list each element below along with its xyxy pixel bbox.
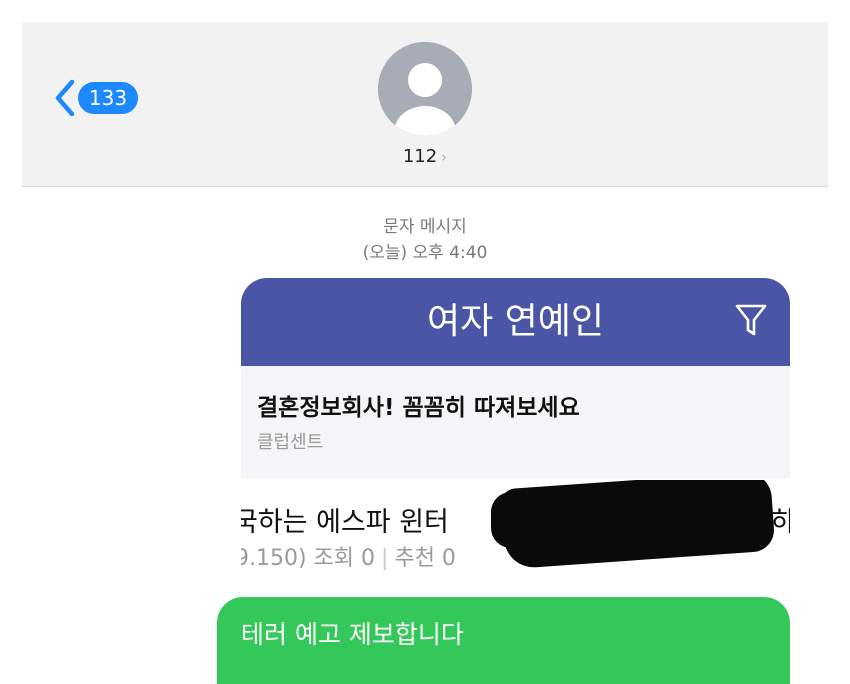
post-title-text: 국하는 에스파 윈터 [241, 507, 449, 538]
post-list-item: 국하는 에스파 윈터 하 9.150) 조회 0 | 추천 0 [241, 480, 790, 600]
ad-source: 클럽센트 [257, 432, 324, 453]
redaction-mark [500, 480, 776, 570]
back-button[interactable]: 133 [52, 78, 142, 118]
message-timestamp: (오늘) 오후 4:40 [362, 243, 488, 263]
stats-separator: | [381, 546, 389, 571]
filter-icon [735, 304, 767, 336]
chevron-right-icon: › [441, 148, 448, 166]
forum-header-title: 여자 연예인 [426, 301, 605, 342]
post-recommends: 추천 0 [394, 546, 456, 571]
contact-name-text: 112 [402, 146, 438, 167]
conversation-header: 133 112 › [22, 22, 828, 187]
post-views: 9.150) 조회 0 [241, 546, 376, 571]
ad-title: 결혼정보회사! 꼼꼼히 따져보세요 [257, 395, 580, 421]
unread-count-badge: 133 [78, 82, 138, 114]
back-chevron-icon [55, 79, 75, 117]
message-type-label: 문자 메시지 [383, 217, 467, 237]
person-avatar-icon [378, 42, 472, 136]
contact-avatar[interactable] [378, 42, 472, 136]
sent-message-text: 테러 예고 제보합니다 [241, 620, 464, 649]
post-stats: 9.150) 조회 0 | 추천 0 [241, 540, 456, 572]
contact-name[interactable]: 112 › [22, 146, 828, 167]
ad-banner: 결혼정보회사! 꼼꼼히 따져보세요 클럽센트 [241, 366, 790, 478]
post-title: 국하는 에스파 윈터 하 [241, 500, 790, 539]
sent-message-bubble[interactable]: 테러 예고 제보합니다 [217, 597, 790, 684]
